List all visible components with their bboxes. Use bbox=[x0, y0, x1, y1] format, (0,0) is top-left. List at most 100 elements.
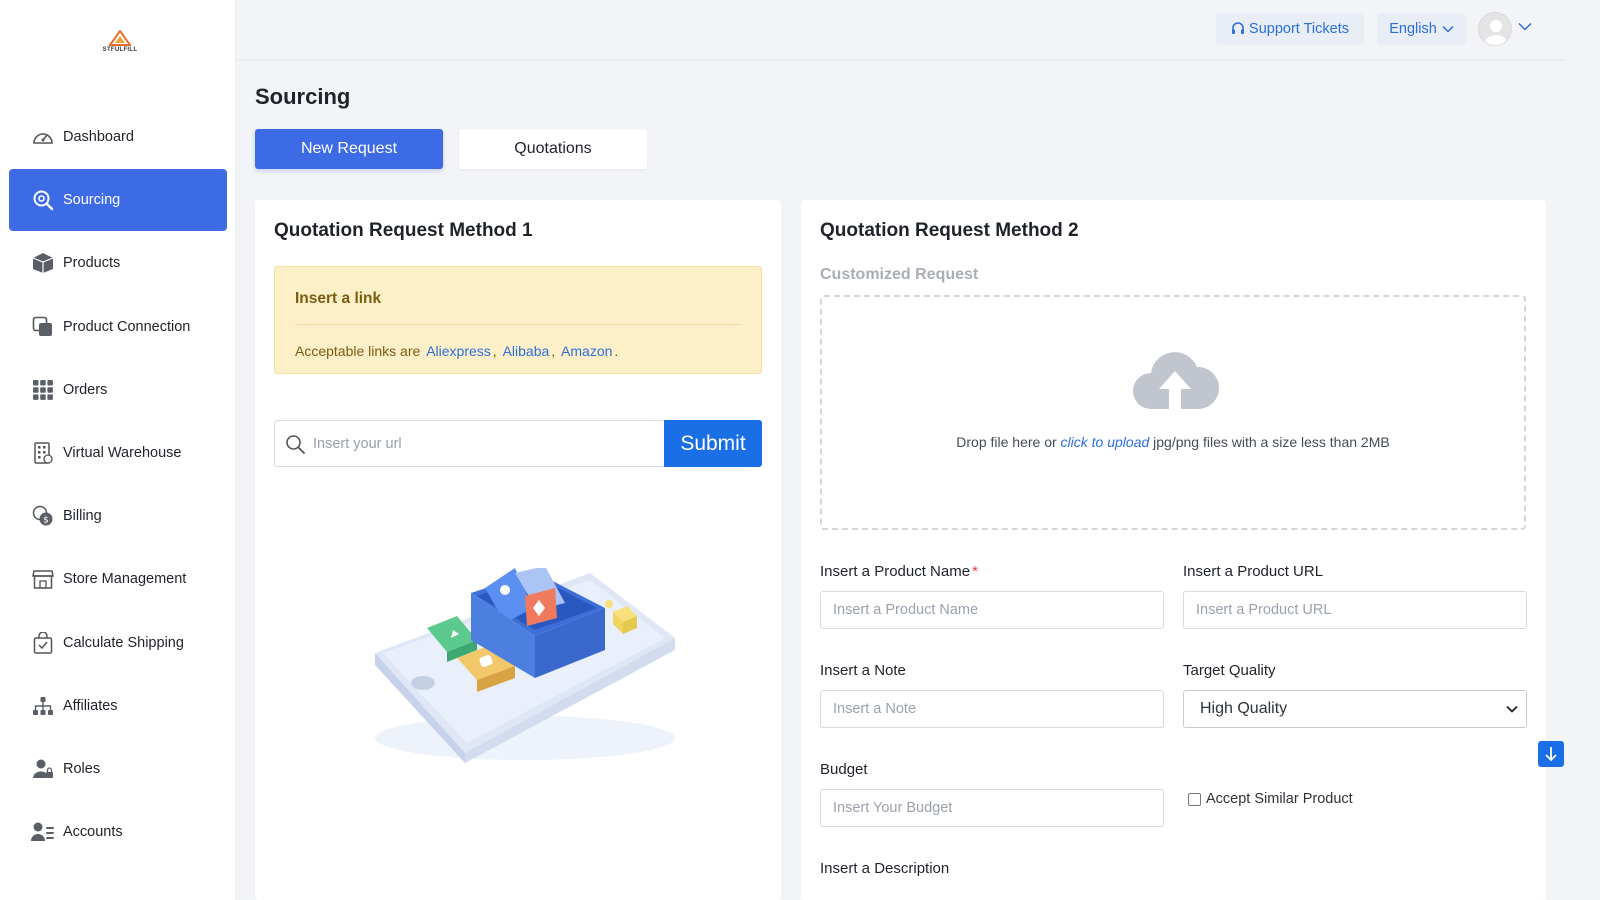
avatar[interactable] bbox=[1478, 12, 1512, 46]
user-list-icon bbox=[31, 820, 55, 844]
url-input-container bbox=[274, 420, 664, 467]
dropzone-text: Drop file here or click to upload jpg/pn… bbox=[822, 434, 1524, 450]
click-to-upload-link[interactable]: click to upload bbox=[1061, 434, 1150, 450]
sidebar-item-label: Products bbox=[63, 255, 121, 272]
drop-prefix: Drop file here or bbox=[956, 434, 1057, 450]
budget-input[interactable]: Insert Your Budget bbox=[820, 789, 1164, 827]
target-quality-value: High Quality bbox=[1200, 700, 1288, 717]
accept-similar-label: Accept Similar Product bbox=[1206, 791, 1353, 807]
alert-text: Acceptable links are Aliexpress, Alibaba… bbox=[295, 343, 619, 359]
cloud-upload-icon bbox=[1133, 352, 1219, 409]
sourcing-illustration bbox=[375, 568, 675, 763]
page-title: Sourcing bbox=[255, 84, 351, 109]
required-asterisk: * bbox=[972, 563, 978, 580]
method1-title: Quotation Request Method 1 bbox=[274, 220, 533, 241]
brand-logo[interactable]: STFULFILL bbox=[98, 30, 142, 60]
sidebar-item-label: Store Management bbox=[63, 571, 187, 588]
customized-request-label: Customized Request bbox=[820, 266, 979, 283]
sidebar-item-accounts[interactable]: Accounts bbox=[9, 801, 227, 863]
user-avatar-icon bbox=[1484, 20, 1508, 45]
tab-new-request[interactable]: New Request bbox=[255, 129, 443, 169]
alert-divider bbox=[295, 324, 741, 325]
building-icon bbox=[31, 441, 55, 465]
sidebar-item-label: Sourcing bbox=[63, 192, 121, 209]
user-lock-icon bbox=[31, 757, 55, 781]
insert-link-alert: Insert a link Acceptable links are Aliex… bbox=[274, 266, 762, 374]
accept-similar-checkbox[interactable] bbox=[1188, 792, 1201, 806]
product-name-input[interactable]: Insert a Product Name bbox=[820, 591, 1164, 629]
alert-title: Insert a link bbox=[295, 290, 382, 307]
method2-title: Quotation Request Method 2 bbox=[820, 220, 1079, 241]
logo-mark-icon bbox=[109, 30, 131, 46]
store-icon bbox=[31, 567, 55, 591]
sidebar-item-product-connection[interactable]: Product Connection bbox=[9, 296, 227, 358]
sidebar-item-label: Roles bbox=[63, 760, 101, 777]
sidebar-item-label: Orders bbox=[63, 381, 108, 398]
sidebar-item-label: Billing bbox=[63, 508, 102, 525]
method2-card: Quotation Request Method 2 Customized Re… bbox=[801, 200, 1546, 900]
sidebar-item-sourcing[interactable]: Sourcing bbox=[9, 169, 227, 232]
alert-suffix: . bbox=[614, 343, 619, 359]
grid-icon bbox=[31, 378, 55, 402]
url-input[interactable] bbox=[313, 435, 633, 452]
product-name-label: Insert a Product Name * bbox=[820, 563, 978, 580]
language-selector[interactable]: English bbox=[1377, 13, 1466, 45]
top-header: Support Tickets English bbox=[236, 0, 1566, 60]
sidebar-item-affiliates[interactable]: Affiliates bbox=[9, 675, 227, 737]
sidebar-item-products[interactable]: Products bbox=[9, 232, 227, 294]
box-icon bbox=[31, 251, 55, 275]
sidebar-item-dashboard[interactable]: Dashboard bbox=[9, 106, 227, 168]
sidebar-item-label: Affiliates bbox=[63, 697, 118, 714]
sidebar-item-calculate-shipping[interactable]: Calculate Shipping bbox=[9, 612, 227, 674]
link-squares-icon bbox=[31, 315, 55, 339]
note-label: Insert a Note bbox=[820, 662, 906, 679]
headset-icon bbox=[1232, 22, 1245, 34]
search-icon bbox=[31, 188, 55, 212]
sidebar-item-store-management[interactable]: Store Management bbox=[9, 548, 227, 610]
sidebar-item-orders[interactable]: Orders bbox=[9, 359, 227, 421]
support-tickets-button[interactable]: Support Tickets bbox=[1216, 13, 1364, 45]
product-name-label-text: Insert a Product Name bbox=[820, 563, 971, 580]
description-label: Insert a Description bbox=[820, 860, 950, 877]
scroll-down-button[interactable] bbox=[1538, 741, 1564, 767]
file-dropzone[interactable]: Drop file here or click to upload jpg/pn… bbox=[820, 295, 1526, 530]
drop-suffix: jpg/png files with a size less than 2MB bbox=[1153, 434, 1390, 450]
product-url-label: Insert a Product URL bbox=[1183, 563, 1324, 580]
product-url-input[interactable]: Insert a Product URL bbox=[1183, 591, 1527, 629]
language-label: English bbox=[1389, 21, 1437, 37]
chevron-down-icon bbox=[1442, 25, 1454, 33]
sidebar-nav: Dashboard Sourcing Products Product Conn… bbox=[9, 106, 227, 864]
submit-button[interactable]: Submit bbox=[664, 420, 762, 467]
sidebar-item-label: Dashboard bbox=[63, 129, 134, 145]
alert-prefix: Acceptable links are bbox=[295, 343, 421, 359]
budget-label: Budget bbox=[820, 761, 868, 778]
network-icon bbox=[31, 694, 55, 718]
support-tickets-label: Support Tickets bbox=[1249, 21, 1349, 37]
note-input[interactable]: Insert a Note bbox=[820, 690, 1164, 728]
target-quality-select[interactable]: High Quality bbox=[1183, 690, 1527, 728]
coins-icon: $ bbox=[31, 504, 55, 528]
chevron-down-icon[interactable] bbox=[1518, 22, 1532, 31]
sidebar-item-roles[interactable]: Roles bbox=[9, 738, 227, 800]
aliexpress-link[interactable]: Aliexpress bbox=[426, 343, 491, 359]
tab-quotations[interactable]: Quotations bbox=[459, 129, 647, 169]
sidebar-item-billing[interactable]: $ Billing bbox=[9, 485, 227, 547]
dashboard-gauge-icon bbox=[31, 125, 55, 149]
target-quality-label: Target Quality bbox=[1183, 662, 1276, 679]
arrow-down-icon bbox=[1545, 747, 1557, 762]
accept-similar-row[interactable]: Accept Similar Product bbox=[1188, 791, 1353, 807]
method1-card: Quotation Request Method 1 Insert a link… bbox=[255, 200, 781, 900]
sidebar: STFULFILL Dashboard Sourcing Products Pr… bbox=[0, 0, 236, 900]
page-scrollbar[interactable] bbox=[1566, 0, 1600, 900]
chevron-down-icon bbox=[1506, 705, 1518, 713]
svg-text:$: $ bbox=[43, 516, 49, 526]
alibaba-link[interactable]: Alibaba bbox=[503, 343, 550, 359]
logo-text: STFULFILL bbox=[102, 47, 138, 53]
shopping-bag-icon bbox=[31, 631, 55, 655]
sidebar-item-label: Calculate Shipping bbox=[63, 634, 184, 651]
sidebar-item-virtual-warehouse[interactable]: Virtual Warehouse bbox=[9, 422, 227, 484]
sidebar-item-label: Virtual Warehouse bbox=[63, 444, 182, 461]
sidebar-item-label: Product Connection bbox=[63, 318, 191, 335]
sidebar-item-label: Accounts bbox=[63, 824, 123, 841]
amazon-link[interactable]: Amazon bbox=[561, 343, 612, 359]
